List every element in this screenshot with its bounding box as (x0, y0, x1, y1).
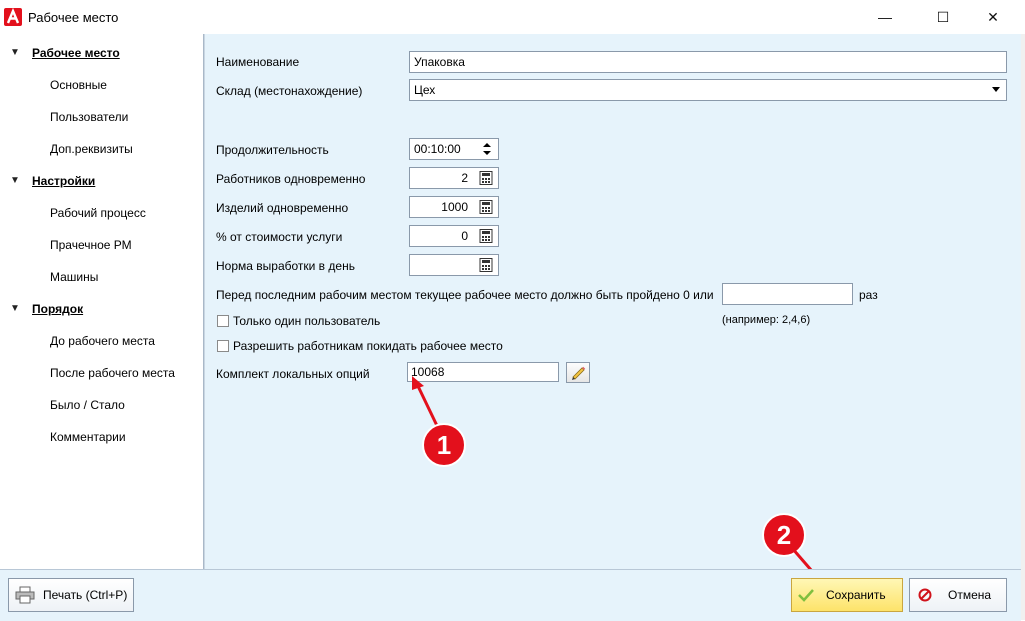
warehouse-select[interactable]: Цех (409, 79, 1007, 101)
sidebar-item-workflow[interactable]: Рабочий процесс (50, 206, 146, 220)
minimize-button[interactable]: — (862, 0, 908, 34)
calculator-icon[interactable] (479, 229, 493, 243)
dropdown-arrow-icon[interactable] (992, 87, 1000, 92)
name-label: Наименование (216, 55, 300, 69)
close-icon: ✕ (987, 8, 999, 25)
sidebar-item-users[interactable]: Пользователи (50, 110, 128, 124)
duration-field[interactable]: 00:10:00 (409, 138, 499, 160)
calculator-icon[interactable] (479, 258, 493, 272)
percent-label: % от стоимости услуги (216, 230, 343, 244)
norm-field[interactable] (409, 254, 499, 276)
workers-value: 2 (461, 171, 468, 185)
spinner-icon[interactable] (482, 141, 492, 157)
cancel-button[interactable]: Отмена (909, 578, 1007, 612)
annotation-badge-1: 1 (422, 423, 466, 467)
before-field[interactable] (722, 283, 853, 305)
sidebar-item-basic[interactable]: Основные (50, 78, 107, 92)
workers-field[interactable]: 2 (409, 167, 499, 189)
print-button[interactable]: Печать (Ctrl+P) (8, 578, 134, 612)
chevron-down-icon: ▼ (10, 303, 20, 314)
sidebar-nav: ▼ Рабочее место Основные Пользователи До… (0, 34, 204, 569)
sidebar-item-was-became[interactable]: Было / Стало (50, 398, 125, 412)
single-user-label: Только один пользователь (233, 314, 381, 328)
printer-icon (15, 586, 35, 604)
title-bar: Рабочее место — ☐ ✕ (0, 0, 1025, 35)
sidebar-group-label: Рабочее место (32, 46, 120, 60)
maximize-icon: ☐ (936, 8, 950, 25)
duration-label: Продолжительность (216, 143, 329, 157)
sidebar-group-label: Настройки (32, 174, 96, 188)
items-value: 1000 (441, 200, 468, 214)
before-label: Перед последним рабочим местом текущее р… (216, 288, 714, 302)
sidebar-group-order[interactable]: ▼ Порядок (0, 300, 203, 320)
allow-leave-label: Разрешить работникам покидать рабочее ме… (233, 339, 503, 353)
sidebar-group-settings[interactable]: ▼ Настройки (0, 172, 203, 192)
items-label: Изделий одновременно (216, 201, 349, 215)
sidebar-group-workplace[interactable]: ▼ Рабочее место (0, 44, 203, 64)
items-field[interactable]: 1000 (409, 196, 499, 218)
sidebar-item-extra-props[interactable]: Доп.реквизиты (50, 142, 133, 156)
before-unit: раз (859, 288, 878, 302)
close-button[interactable]: ✕ (970, 0, 1016, 34)
options-label: Комплект локальных опций (216, 367, 370, 381)
save-label: Сохранить (826, 588, 886, 602)
cancel-label: Отмена (948, 588, 992, 602)
print-label: Печать (Ctrl+P) (43, 588, 128, 602)
allow-leave-checkbox[interactable] (217, 340, 229, 352)
save-button[interactable]: Сохранить (791, 578, 903, 612)
calculator-icon[interactable] (479, 200, 493, 214)
maximize-button[interactable]: ☐ (920, 0, 966, 34)
sidebar-item-after[interactable]: После рабочего места (50, 366, 175, 380)
calculator-icon[interactable] (479, 171, 493, 185)
percent-value: 0 (461, 229, 468, 243)
percent-field[interactable]: 0 (409, 225, 499, 247)
sidebar-group-label: Порядок (32, 302, 84, 316)
chevron-down-icon: ▼ (10, 47, 20, 58)
cancel-icon (918, 588, 932, 602)
sidebar-item-machines[interactable]: Машины (50, 270, 98, 284)
pencil-icon (572, 366, 586, 380)
single-user-checkbox[interactable] (217, 315, 229, 327)
workers-label: Работников одновременно (216, 172, 366, 186)
window-edge (1021, 34, 1025, 620)
checkmark-icon (798, 589, 814, 602)
chevron-down-icon: ▼ (10, 175, 20, 186)
name-field[interactable]: Упаковка (409, 51, 1007, 73)
norm-label: Норма выработки в день (216, 259, 355, 273)
sidebar-item-comments[interactable]: Комментарии (50, 430, 126, 444)
warehouse-value: Цех (414, 83, 436, 97)
minimize-icon: — (878, 9, 892, 25)
warehouse-label: Склад (местонахождение) (216, 84, 363, 98)
window-title: Рабочее место (28, 10, 119, 25)
sidebar-item-laundry[interactable]: Прачечное РМ (50, 238, 132, 252)
before-hint: (например: 2,4,6) (722, 314, 811, 326)
edit-options-button[interactable] (566, 362, 590, 383)
duration-value: 00:10:00 (414, 142, 461, 156)
app-logo-icon (4, 8, 22, 26)
sidebar-item-before[interactable]: До рабочего места (50, 334, 155, 348)
